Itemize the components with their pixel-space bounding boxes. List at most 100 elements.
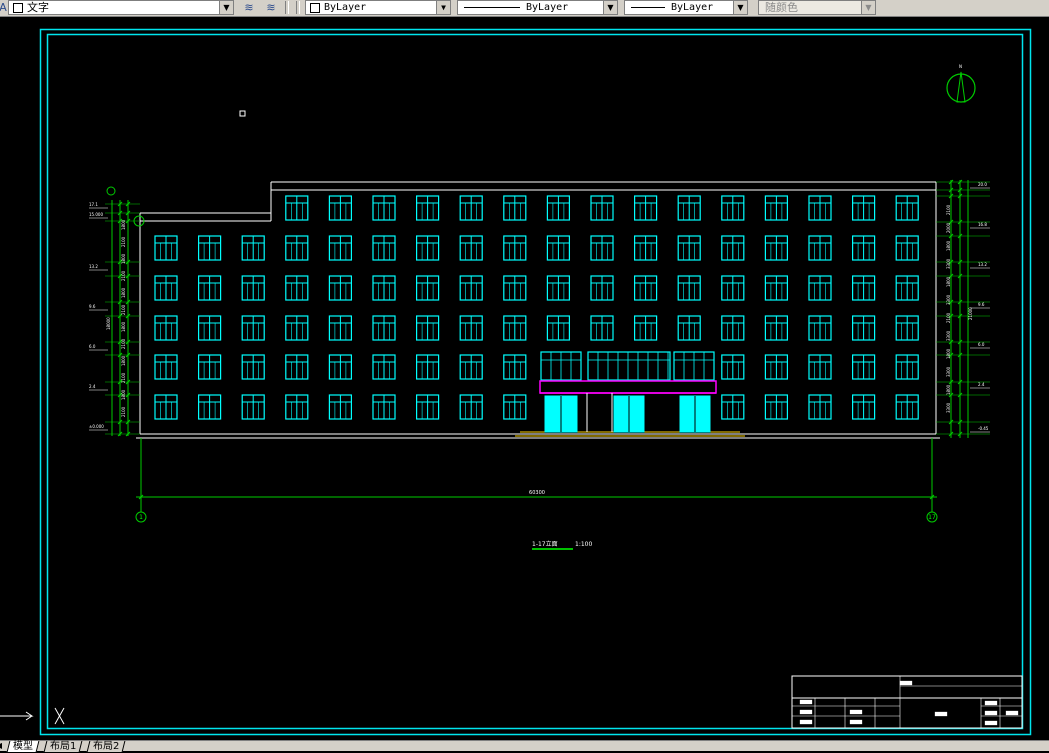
properties-toolbar: A 文字 ▼ ≋ ≋ ByLayer ▼ ByLayer ▼ ByLayer ▼…: [0, 0, 1049, 17]
bottom-dimension: 60300 1 17: [135, 438, 938, 523]
linetype-value: ByLayer: [526, 2, 569, 13]
north-circle: [946, 73, 976, 103]
left-dim-label: 2100: [121, 236, 126, 247]
tab-model-label: 模型: [13, 741, 33, 752]
right-elevation-label: 20.0: [978, 182, 987, 187]
tab-layout2[interactable]: 布局2: [86, 741, 126, 752]
left-dim-label: 1800: [121, 355, 126, 366]
title-block-text-block: [934, 711, 948, 717]
tab-layout1[interactable]: 布局1: [43, 741, 83, 752]
title-block-text-block: [849, 709, 863, 715]
layer-color-value: ByLayer: [324, 2, 367, 13]
axis-bubble-left-label: 1: [139, 514, 143, 521]
total-dimension-label: 60300: [529, 490, 545, 496]
drawing-canvas[interactable]: 1800 2100 1800 2100 1800 2100 1800 2100 1800 2100…: [0, 17, 1049, 740]
chevron-down-icon[interactable]: ▼: [603, 1, 617, 14]
layer-manager-icon[interactable]: ≋: [240, 0, 258, 15]
left-dim-label: 1800: [121, 253, 126, 264]
drawing-title: 1-17立面: [532, 540, 558, 548]
lineweight-dropdown[interactable]: ByLayer ▼: [624, 0, 748, 15]
right-dim-label: 2100: [946, 204, 951, 215]
north-arrow-icon: N: [946, 64, 976, 103]
plot-style-value: 随颜色: [765, 1, 798, 14]
right-dim-label: 1800: [946, 384, 951, 395]
left-dim-label: 1800: [121, 219, 126, 230]
chevron-down-icon[interactable]: ▼: [436, 1, 450, 14]
left-elevation-label: 15.000: [89, 212, 103, 217]
north-needle: [956, 71, 966, 103]
left-dim-label: 2100: [121, 270, 126, 281]
tab-layout2-label: 布局2: [93, 741, 120, 752]
layer-previous-icon[interactable]: ≋: [262, 0, 280, 15]
title-block-text-block: [1005, 710, 1019, 716]
drawing-scale: 1:100: [575, 541, 592, 548]
left-dim-label: 1800: [121, 321, 126, 332]
right-elevation-label: 13.2: [978, 262, 987, 267]
left-dimensions: 1800 2100 1800 2100 1800 2100 1800 2100 1800 2100…: [89, 186, 145, 437]
tab-layout1-label: 布局1: [50, 741, 77, 752]
inner-border: [46, 33, 1024, 730]
text-style-swatch-icon: [13, 3, 23, 13]
chevron-down-icon[interactable]: ▼: [219, 1, 233, 14]
right-elevation-label: 9.6: [978, 302, 985, 307]
title-block-text-block: [984, 700, 998, 706]
grip-marker: [239, 110, 246, 117]
lineweight-preview: [631, 7, 665, 8]
right-dim-label: 1800: [946, 348, 951, 359]
level-marker-icon: [106, 186, 116, 196]
right-elevation-label: 6.0: [978, 342, 985, 347]
title-block-text-block: [984, 720, 998, 726]
right-total-label: 21000: [968, 307, 973, 320]
ucs-x-arrow: [0, 711, 34, 721]
text-style-value: 文字: [27, 1, 49, 14]
right-dim-label: 3300: [946, 294, 951, 305]
tab-model[interactable]: 模型: [6, 741, 40, 752]
right-elevation-label: 2.4: [978, 382, 985, 387]
title-block-text-block: [849, 719, 863, 725]
left-elevation-label: 6.0: [89, 344, 96, 349]
text-style-dropdown[interactable]: 文字 ▼: [8, 0, 234, 15]
layout-tabs: ◀ 模型 布局1 布局2: [0, 740, 1049, 752]
left-dim-label: 1800: [121, 287, 126, 298]
left-elevation-label: ±0.000: [89, 424, 104, 429]
left-elevation-label: 9.6: [89, 304, 96, 309]
right-dim-label: 2000: [946, 222, 951, 233]
left-dim-label: 2100: [121, 406, 126, 417]
title-block-text-block: [799, 719, 813, 725]
right-elevation-label: 16.8: [978, 222, 987, 227]
entrance-canopy: [539, 380, 717, 394]
outer-border: [39, 28, 1032, 736]
axis-bubble-right-label: 17: [928, 514, 936, 521]
right-dim-label: 1800: [946, 240, 951, 251]
layer-color-dropdown[interactable]: ByLayer ▼: [305, 0, 451, 15]
linetype-dropdown[interactable]: ByLayer ▼: [457, 0, 618, 15]
title-block-text-block: [899, 680, 913, 686]
chevron-down-icon: ▼: [861, 1, 875, 14]
entrance: [539, 351, 717, 433]
right-dim-label: 3300: [946, 402, 951, 413]
left-dim-label: 1800: [121, 389, 126, 400]
drawing-title-block: 1-17立面 1:100: [532, 540, 592, 548]
north-label: N: [959, 64, 962, 69]
left-total-label: 18000: [106, 317, 111, 330]
ucs-icon: [0, 707, 65, 725]
toolbar-separator: [296, 1, 300, 14]
left-dim-label: 2100: [121, 304, 126, 315]
chevron-down-icon[interactable]: ▼: [733, 1, 747, 14]
right-dim-label: 1800: [946, 276, 951, 287]
title-block-text-block: [799, 699, 813, 705]
right-dimensions: 2100 2000 1800 3300 1800 3300 2100 3300 1800 3300…: [936, 179, 990, 438]
title-block-text-block: [984, 710, 998, 716]
linetype-preview: [464, 7, 520, 8]
right-dim-label: 3300: [946, 366, 951, 377]
toolbar-separator: [285, 1, 289, 14]
plot-style-dropdown: 随颜色 ▼: [758, 0, 876, 15]
left-elevation-label: 2.4: [89, 384, 96, 389]
lineweight-value: ByLayer: [671, 2, 714, 13]
left-elevation-label: 17.1: [89, 202, 98, 207]
left-dim-label: 2100: [121, 338, 126, 349]
drawing-frame: [39, 28, 1032, 736]
left-elevation-label: 13.2: [89, 264, 98, 269]
right-dim-label: 2100: [946, 312, 951, 323]
right-elevation-label: -0.45: [978, 426, 989, 431]
